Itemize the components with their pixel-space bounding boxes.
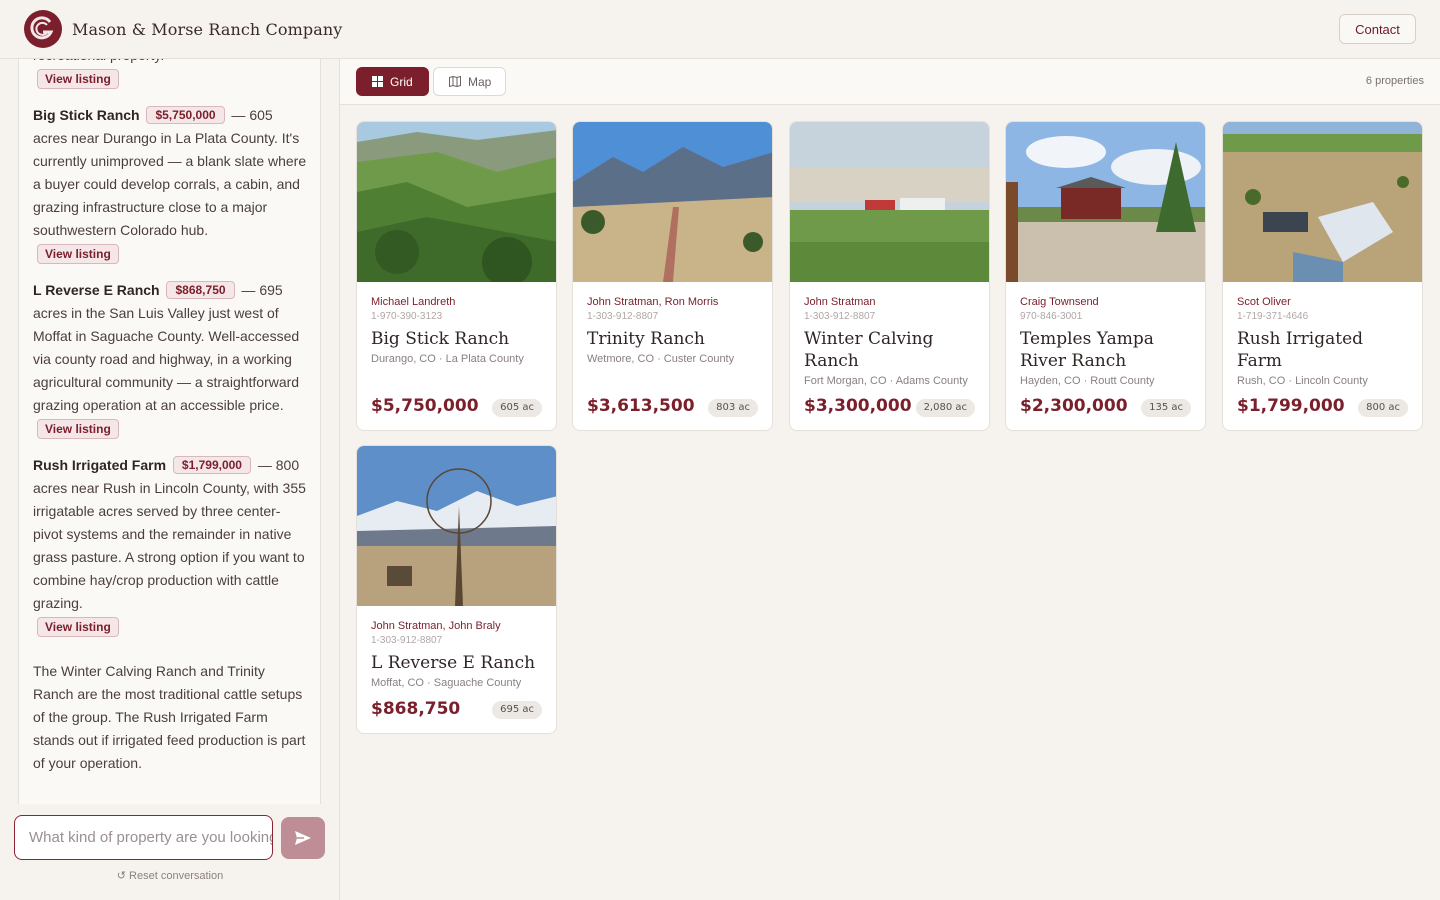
- property-photo: [1223, 122, 1422, 282]
- chat-closing-text: The Winter Calving Ranch and Trinity Ran…: [33, 663, 306, 771]
- property-count: 6 properties: [1365, 75, 1424, 87]
- acreage-badge: 135 ac: [1141, 399, 1191, 417]
- acreage-badge: 695 ac: [492, 701, 542, 719]
- property-title: Winter Calving Ranch: [804, 329, 934, 371]
- chat-text: recreational property.: [33, 59, 309, 67]
- agent-names[interactable]: Michael Landreth: [371, 295, 542, 309]
- chat-listing-text: — 605 acres near Durango in La Plata Cou…: [33, 107, 307, 238]
- chat-listing-blurb: Rush Irrigated Farm $1,799,000 — 800 acr…: [33, 454, 309, 615]
- property-card[interactable]: Scot Oliver 1-719-371-4646 Rush Irrigate…: [1222, 121, 1423, 431]
- property-card[interactable]: John Stratman 1-303-912-8807 Winter Calv…: [789, 121, 990, 431]
- agent-phone: 1-303-912-8807: [804, 311, 876, 322]
- property-location: Wetmore, CO · Custer County: [587, 353, 735, 365]
- tab-map-label: Map: [468, 74, 492, 89]
- property-price: $3,300,000: [804, 396, 912, 416]
- chat-price-pill: $5,750,000: [146, 106, 225, 124]
- property-title: Trinity Ranch: [587, 329, 705, 349]
- agent-phone: 1-303-912-8807: [371, 635, 443, 646]
- brand-logo-icon[interactable]: [24, 10, 62, 48]
- view-listing-button[interactable]: View listing: [37, 69, 119, 89]
- agent-phone: 1-303-912-8807: [587, 311, 659, 322]
- property-title: Rush Irrigated Farm: [1237, 329, 1364, 371]
- acreage-badge: 2,080 ac: [915, 399, 975, 417]
- contact-button[interactable]: Contact: [1339, 14, 1416, 44]
- map-icon: [449, 76, 461, 87]
- chat-price-pill: $868,750: [166, 281, 235, 299]
- agent-phone: 1-719-371-4646: [1237, 311, 1309, 322]
- agent-names[interactable]: Scot Oliver: [1237, 295, 1408, 309]
- tab-grid[interactable]: Grid: [356, 67, 429, 96]
- brand-name: Mason & Morse Ranch Company: [72, 19, 343, 39]
- chat-property-name: Rush Irrigated Farm: [33, 457, 167, 473]
- property-location: Moffat, CO · Saguache County: [371, 677, 522, 689]
- property-title: L Reverse E Ranch: [371, 653, 536, 673]
- view-toolbar: Grid Map 6 properties: [340, 59, 1440, 105]
- property-card[interactable]: Craig Townsend 970-846-3001 Temples Yamp…: [1005, 121, 1206, 431]
- agent-names[interactable]: John Stratman, John Braly: [371, 619, 542, 633]
- view-listing-button[interactable]: View listing: [37, 244, 119, 264]
- property-location: Fort Morgan, CO · Adams County: [804, 375, 968, 387]
- property-photo: [357, 122, 556, 282]
- property-price: $868,750: [371, 699, 461, 719]
- chat-listing-text: — 800 acres near Rush in Lincoln County,…: [33, 457, 306, 611]
- property-card[interactable]: John Stratman, Ron Morris 1-303-912-8807…: [572, 121, 773, 431]
- property-title: Big Stick Ranch: [371, 329, 510, 349]
- property-price: $1,799,000: [1237, 396, 1345, 416]
- chat-listing-blurb: Big Stick Ranch $5,750,000 — 605 acres n…: [33, 104, 309, 242]
- agent-names[interactable]: John Stratman: [804, 295, 975, 309]
- top-header: Mason & Morse Ranch Company Contact: [0, 0, 1440, 59]
- property-location: Rush, CO · Lincoln County: [1237, 375, 1368, 387]
- send-button[interactable]: [281, 817, 325, 859]
- chat-property-name: Big Stick Ranch: [33, 107, 140, 123]
- property-photo: [357, 446, 556, 606]
- property-location: Hayden, CO · Routt County: [1020, 375, 1155, 387]
- property-location: Durango, CO · La Plata County: [371, 353, 524, 365]
- view-listing-button[interactable]: View listing: [37, 419, 119, 439]
- agent-phone: 970-846-3001: [1020, 311, 1083, 322]
- property-card[interactable]: Michael Landreth 1-970-390-3123 Big Stic…: [356, 121, 557, 431]
- property-price: $5,750,000: [371, 396, 479, 416]
- chat-price-pill: $1,799,000: [172, 456, 251, 474]
- property-photo: [1006, 122, 1205, 282]
- chat-panel: recreational property. View listing Big …: [0, 59, 340, 900]
- chat-input[interactable]: What kind of property are you looking fo…: [14, 815, 273, 860]
- tab-map[interactable]: Map: [433, 67, 506, 96]
- chat-messages[interactable]: recreational property. View listing Big …: [18, 59, 321, 804]
- acreage-badge: 803 ac: [708, 399, 758, 417]
- property-photo: [573, 122, 772, 282]
- grid-icon: [372, 76, 383, 87]
- acreage-badge: 800 ac: [1358, 399, 1408, 417]
- property-price: $2,300,000: [1020, 396, 1128, 416]
- property-card[interactable]: John Stratman, John Braly 1-303-912-8807…: [356, 445, 557, 734]
- chat-input-placeholder: What kind of property are you looking fo…: [29, 829, 273, 846]
- agent-phone: 1-970-390-3123: [371, 311, 443, 322]
- chat-property-name: L Reverse E Ranch: [33, 282, 160, 298]
- tab-grid-label: Grid: [390, 74, 413, 89]
- agent-names[interactable]: Craig Townsend: [1020, 295, 1191, 309]
- property-title: Temples Yampa River Ranch: [1020, 329, 1154, 371]
- agent-names[interactable]: John Stratman, Ron Morris: [587, 295, 758, 309]
- send-icon: [295, 831, 311, 845]
- property-photo: [790, 122, 989, 282]
- view-listing-button[interactable]: View listing: [37, 617, 119, 637]
- chat-listing-blurb: L Reverse E Ranch $868,750 — 695 acres i…: [33, 279, 309, 417]
- chat-listing-text: — 695 acres in the San Luis Valley just …: [33, 282, 300, 413]
- property-price: $3,613,500: [587, 396, 695, 416]
- reset-conversation-link[interactable]: ↺ Reset conversation: [0, 869, 340, 882]
- acreage-badge: 605 ac: [492, 399, 542, 417]
